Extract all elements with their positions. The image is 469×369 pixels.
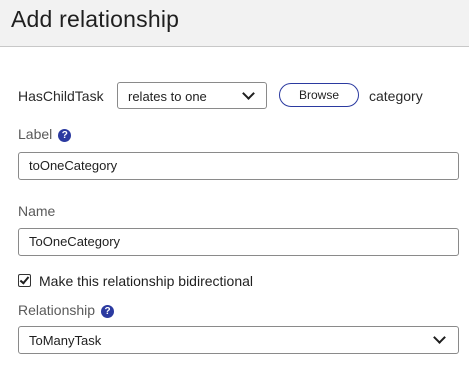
help-icon[interactable]: ? (58, 129, 72, 142)
chevron-down-icon (433, 331, 446, 344)
label-field-label-text: Label (18, 126, 53, 142)
check-icon (19, 274, 30, 285)
browse-button[interactable]: Browse (279, 83, 359, 107)
source-entity-name: HasChildTask (18, 88, 104, 104)
bidirectional-label: Make this relationship bidirectional (39, 273, 253, 289)
target-entity-name: category (369, 88, 423, 104)
help-icon[interactable]: ? (101, 305, 115, 318)
cardinality-value: relates to one (128, 89, 207, 104)
inverse-relationship-select[interactable]: ToManyTask (18, 326, 459, 354)
name-field-label: Name (18, 203, 56, 219)
inverse-relationship-value: ToManyTask (29, 333, 102, 348)
relationship-row: HasChildTask relates to one Browse categ… (18, 82, 458, 109)
label-input[interactable]: toOneCategory (18, 152, 459, 180)
bidirectional-checkbox[interactable] (18, 274, 31, 287)
chevron-down-icon (242, 87, 255, 100)
relationship-field-label: Relationship? (18, 302, 115, 318)
dialog-header: Add relationship (0, 0, 469, 47)
name-input[interactable]: ToOneCategory (18, 228, 459, 256)
relationship-field-label-text: Relationship (18, 302, 96, 318)
label-field-label: Label? (18, 126, 72, 142)
dialog-title: Add relationship (11, 6, 180, 32)
cardinality-select[interactable]: relates to one (117, 82, 267, 109)
